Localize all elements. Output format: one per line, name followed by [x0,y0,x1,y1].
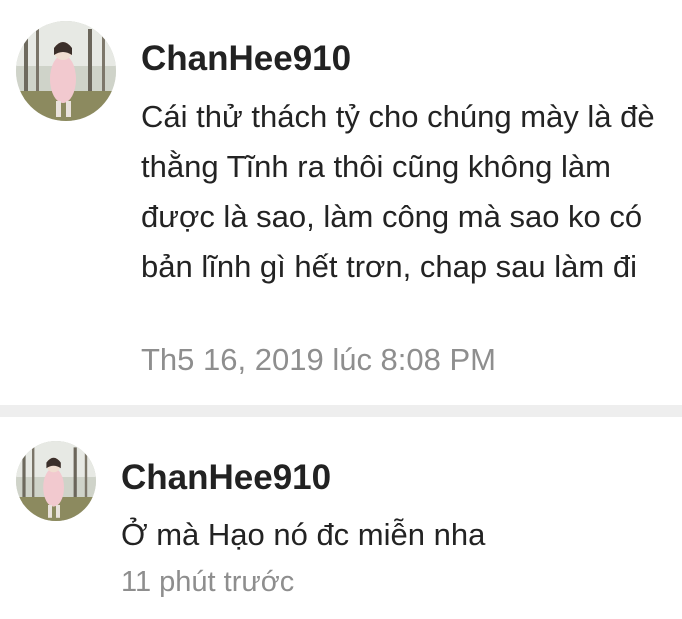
comment-username[interactable]: ChanHee910 [121,457,331,499]
comment-username[interactable]: ChanHee910 [141,38,351,80]
comment-timestamp: Th5 16, 2019 lúc 8:08 PM [141,342,497,377]
comment-timestamp: 11 phút trước [121,566,295,598]
comment-text: Cái thử thách tỷ cho chúng mày là đè thằ… [141,99,655,284]
comment-item: ChanHee910 Ở mà Hạo nó đc miễn nha 11 ph… [0,417,682,619]
comment-item: ChanHee910 Cái thử thách tỷ cho chúng mà… [0,0,682,405]
avatar[interactable] [16,21,116,121]
comment-divider [0,405,682,417]
comment-text: Ở mà Hạo nó đc miễn nha [121,517,486,552]
avatar-photo-icon [16,21,116,121]
avatar-photo-icon [16,441,96,521]
comments-screen: { "comments": [ { "username": "ChanHee91… [0,0,682,619]
avatar[interactable] [16,441,96,521]
